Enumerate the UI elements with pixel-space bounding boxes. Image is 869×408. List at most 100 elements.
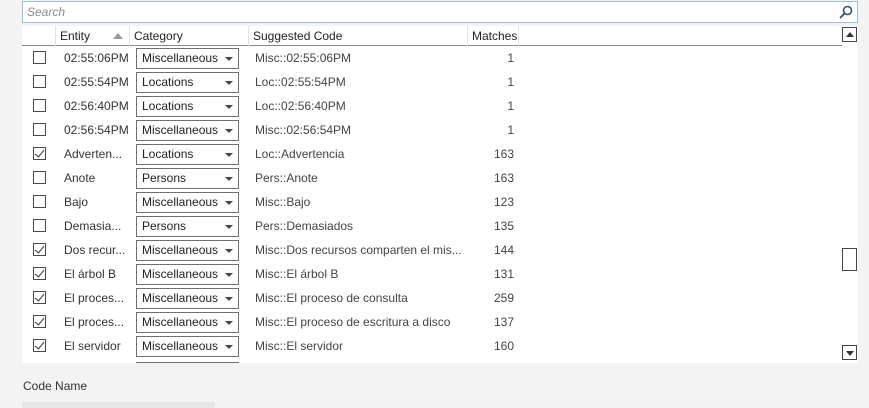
table-row[interactable]: El proces... Miscellaneous Misc::El proces… [22, 286, 842, 310]
column-header-entity[interactable]: Entity [56, 26, 130, 46]
row-checkbox[interactable] [33, 291, 46, 304]
scroll-down-icon [846, 351, 854, 356]
table-row[interactable]: 02:55:54PM Locations Loc::02:55:54PM 1 [22, 70, 842, 94]
table-row[interactable]: Demasia... Persons Pers::Demasiados 135 [22, 214, 842, 238]
category-dropdown[interactable]: Miscellaneous [136, 48, 239, 69]
category-dropdown[interactable]: Miscellaneous [136, 336, 239, 357]
scroll-up-button[interactable] [842, 27, 857, 42]
column-header-entity-label: Entity [60, 29, 91, 43]
category-dropdown[interactable]: Persons [136, 216, 239, 237]
chevron-down-icon [225, 81, 233, 85]
entity-grid: Entity Category Suggested Code Matches 0… [22, 26, 858, 363]
suggested-code-cell: Misc::El proceso de consulta [255, 291, 408, 305]
suggested-code-cell: Misc::Dos recursos comparten el mis... [255, 243, 462, 257]
table-row[interactable]: El servidor Miscellaneous Misc::El servido… [22, 334, 842, 358]
chevron-down-icon [225, 201, 233, 205]
row-checkbox[interactable] [33, 219, 46, 232]
category-dropdown[interactable]: Locations [136, 96, 239, 117]
row-checkbox[interactable] [33, 315, 46, 328]
header-checkbox-column[interactable] [22, 26, 56, 46]
category-dropdown-value: Miscellaneous [142, 51, 219, 65]
row-checkbox[interactable] [33, 147, 46, 160]
category-dropdown[interactable]: Miscellaneous [136, 240, 239, 261]
category-dropdown[interactable]: Locations [136, 144, 239, 165]
scroll-down-button[interactable] [842, 345, 857, 360]
category-dropdown-value: Miscellaneous [142, 195, 219, 209]
column-header-category-label: Category [134, 29, 183, 43]
table-row[interactable]: El proces... Miscellaneous Misc::El proces… [22, 310, 842, 334]
category-dropdown[interactable]: Miscellaneous [136, 264, 239, 285]
grid-header: Entity Category Suggested Code Matches [22, 26, 842, 46]
table-row[interactable]: Bajo Miscellaneous Misc::Bajo 123 [22, 190, 842, 214]
row-checkbox[interactable] [33, 123, 46, 136]
entity-cell: Bajo [64, 195, 89, 209]
column-header-suggested-code-label: Suggested Code [253, 29, 343, 43]
suggested-code-cell: Pers::Anote [255, 171, 318, 185]
category-dropdown[interactable]: Miscellaneous [136, 312, 239, 333]
matches-cell: 160 [493, 339, 514, 353]
category-dropdown[interactable]: Miscellaneous [136, 288, 239, 309]
entity-cell: Dos recur... [64, 243, 126, 257]
row-checkbox[interactable] [33, 267, 46, 280]
matches-cell: 259 [493, 291, 514, 305]
search-input[interactable] [23, 2, 828, 22]
category-dropdown-value: Miscellaneous [142, 243, 219, 257]
entity-cell: Anote [64, 171, 96, 185]
category-dropdown-value: Miscellaneous [142, 291, 219, 305]
row-checkbox[interactable] [33, 99, 46, 112]
table-row[interactable]: 02:56:40PM Locations Loc::02:56:40PM 1 [22, 94, 842, 118]
suggested-code-cell: Misc::02:56:54PM [255, 123, 352, 137]
table-row[interactable]: 02:55:06PM Miscellaneous Misc::02:55:06PM 1 [22, 46, 842, 70]
matches-cell: 1 [507, 99, 514, 113]
category-dropdown-value: Miscellaneous [142, 339, 219, 353]
table-row[interactable]: Dos recur... Miscellaneous Misc::Dos recur… [22, 238, 842, 262]
suggested-code-cell: Pers::Demasiados [255, 219, 354, 233]
entity-cell: 02:56:54PM [64, 123, 129, 137]
chevron-down-icon [225, 273, 233, 277]
row-checkbox[interactable] [33, 195, 46, 208]
code-name-input[interactable] [22, 402, 215, 408]
entity-cell: El proces... [64, 315, 125, 329]
code-name-label: Code Name [23, 379, 88, 393]
suggested-code-cell: Misc::El servidor [255, 339, 344, 353]
suggested-code-cell: Loc::02:56:40PM [255, 99, 346, 113]
table-row[interactable]: El árbol B Miscellaneous Misc::El árbol B 1… [22, 262, 842, 286]
scrollbar-thumb[interactable] [842, 248, 857, 271]
vertical-scrollbar[interactable] [842, 26, 858, 363]
entity-cell: 02:55:06PM [64, 51, 129, 65]
chevron-down-icon [225, 129, 233, 133]
entity-cell: El servidor [64, 339, 121, 353]
matches-cell: 1 [507, 75, 514, 89]
chevron-down-icon [225, 321, 233, 325]
row-checkbox[interactable] [33, 171, 46, 184]
category-dropdown-value: Locations [142, 99, 194, 113]
category-dropdown[interactable]: Miscellaneous [136, 120, 239, 141]
search-icon[interactable] [839, 5, 853, 19]
entity-cell: Adverten... [64, 147, 123, 161]
matches-cell: 131 [493, 267, 514, 281]
row-checkbox[interactable] [33, 75, 46, 88]
category-dropdown[interactable]: Persons [136, 168, 239, 189]
category-dropdown[interactable]: Locations [136, 72, 239, 93]
suggested-code-cell: Misc::El proceso de escritura a disco [255, 315, 451, 329]
row-checkbox[interactable] [33, 339, 46, 352]
entity-cell: El proces... [64, 291, 125, 305]
suggested-code-cell: Loc::02:55:54PM [255, 75, 346, 89]
table-row[interactable]: Anote Persons Pers::Anote 163 [22, 166, 842, 190]
matches-cell: 1 [507, 51, 514, 65]
column-header-category[interactable]: Category [130, 26, 249, 46]
matches-cell: 135 [493, 219, 514, 233]
row-checkbox[interactable] [33, 51, 46, 64]
chevron-down-icon [225, 153, 233, 157]
matches-cell: 144 [493, 243, 514, 257]
search-box[interactable] [22, 1, 858, 23]
suggested-code-cell: Misc::Bajo [255, 195, 311, 209]
table-row[interactable]: 02:56:54PM Miscellaneous Misc::02:56:54PM 1 [22, 118, 842, 142]
row-checkbox[interactable] [33, 243, 46, 256]
chevron-down-icon [225, 177, 233, 181]
suggested-code-cell: Misc::02:55:06PM [255, 51, 352, 65]
table-row[interactable]: Adverten... Locations Loc::Advertencia 163 [22, 142, 842, 166]
column-header-suggested-code[interactable]: Suggested Code [249, 26, 468, 46]
column-header-matches[interactable]: Matches [468, 26, 519, 46]
category-dropdown[interactable]: Miscellaneous [136, 192, 239, 213]
